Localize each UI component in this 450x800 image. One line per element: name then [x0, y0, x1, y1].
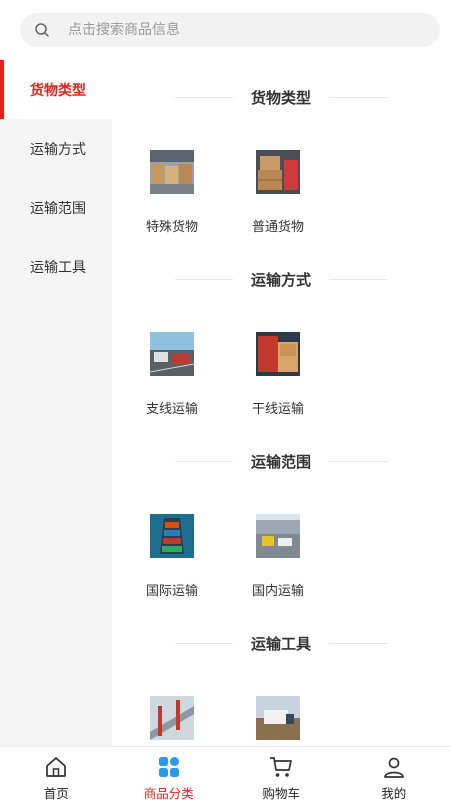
tab-cart[interactable]: 购物车	[225, 747, 338, 800]
category-icon	[156, 755, 182, 779]
port-crane-image	[150, 696, 194, 740]
divider	[329, 460, 387, 462]
divider	[174, 278, 233, 280]
divider	[174, 96, 233, 98]
item-label: 特殊货物	[146, 220, 199, 235]
item-label: 普通货物	[252, 220, 305, 235]
sidebar-item-cargo-type[interactable]: 货物类型	[0, 60, 112, 119]
tab-label: 商品分类	[143, 786, 194, 800]
divider	[174, 460, 233, 462]
tab-label: 购物车	[262, 786, 300, 800]
section-cargo-type: 货物类型 特殊货物 普通货物	[112, 60, 450, 242]
cart-icon	[268, 755, 294, 779]
search-header	[0, 0, 450, 60]
warehouse-pallets-image	[150, 150, 194, 194]
cardboard-boxes-image	[256, 150, 300, 194]
section-title-text: 运输范围	[250, 452, 311, 471]
product-item-international-transport[interactable]: 国际运输	[146, 514, 252, 599]
sidebar-item-label: 货物类型	[30, 82, 86, 99]
tab-category[interactable]: 商品分类	[113, 747, 226, 800]
divider	[329, 278, 387, 280]
logistics-depot-image	[256, 514, 300, 558]
section-transport-range: 运输范围 国际运输 国内运输	[112, 424, 450, 606]
search-bar[interactable]	[20, 13, 440, 47]
user-icon	[381, 755, 407, 779]
category-content: 货物类型 特殊货物 普通货物 运输方式 支线运输 干线运输 运输范围 国际运输 …	[112, 60, 450, 746]
section-title-text: 货物类型	[250, 88, 311, 107]
sidebar-item-transport-mode[interactable]: 运输方式	[0, 119, 112, 178]
tab-label: 我的	[381, 786, 407, 800]
item-label: 支线运输	[146, 402, 199, 417]
sidebar-item-transport-tool[interactable]: 运输工具	[0, 237, 112, 296]
container-ship-image	[150, 514, 194, 558]
product-item-special-cargo[interactable]: 特殊货物	[146, 150, 252, 235]
item-label: 国内运输	[252, 584, 305, 599]
container-loading-image	[256, 332, 300, 376]
home-icon	[43, 755, 69, 779]
sidebar-item-label: 运输方式	[30, 141, 86, 158]
search-icon	[34, 22, 50, 38]
item-grid: 支线运输 干线运输	[146, 332, 358, 417]
truck-road-image	[256, 696, 300, 740]
section-title-text: 运输方式	[250, 270, 311, 289]
highway-trucks-image	[150, 332, 194, 376]
category-sidebar: 货物类型 运输方式 运输范围 运输工具	[0, 60, 112, 746]
sidebar-item-label: 运输范围	[30, 200, 86, 217]
item-label: 国际运输	[146, 584, 199, 599]
product-item-tool-1[interactable]	[146, 696, 252, 746]
section-transport-mode: 运输方式 支线运输 干线运输	[112, 242, 450, 424]
item-grid	[146, 696, 358, 746]
bottom-tabbar: 首页 商品分类 购物车 我的	[0, 746, 450, 800]
section-title: 运输范围	[112, 450, 450, 472]
section-transport-tool: 运输工具	[112, 606, 450, 746]
search-input[interactable]	[68, 22, 388, 38]
divider	[329, 642, 387, 644]
sidebar-item-transport-range[interactable]: 运输范围	[0, 178, 112, 237]
tab-home[interactable]: 首页	[0, 747, 113, 800]
product-item-branch-transport[interactable]: 支线运输	[146, 332, 252, 417]
product-item-trunk-transport[interactable]: 干线运输	[252, 332, 358, 417]
section-title: 运输方式	[112, 268, 450, 290]
section-title: 货物类型	[112, 86, 450, 108]
item-grid: 国际运输 国内运输	[146, 514, 358, 599]
item-label: 干线运输	[252, 402, 305, 417]
sidebar-item-label: 运输工具	[30, 259, 86, 276]
product-item-tool-2[interactable]	[252, 696, 358, 746]
divider	[329, 96, 387, 98]
tab-label: 首页	[43, 786, 69, 800]
divider	[174, 642, 233, 644]
product-item-general-cargo[interactable]: 普通货物	[252, 150, 358, 235]
item-grid: 特殊货物 普通货物	[146, 150, 358, 235]
product-item-domestic-transport[interactable]: 国内运输	[252, 514, 358, 599]
tab-mine[interactable]: 我的	[338, 747, 450, 800]
section-title-text: 运输工具	[250, 634, 311, 653]
section-title: 运输工具	[112, 632, 450, 654]
